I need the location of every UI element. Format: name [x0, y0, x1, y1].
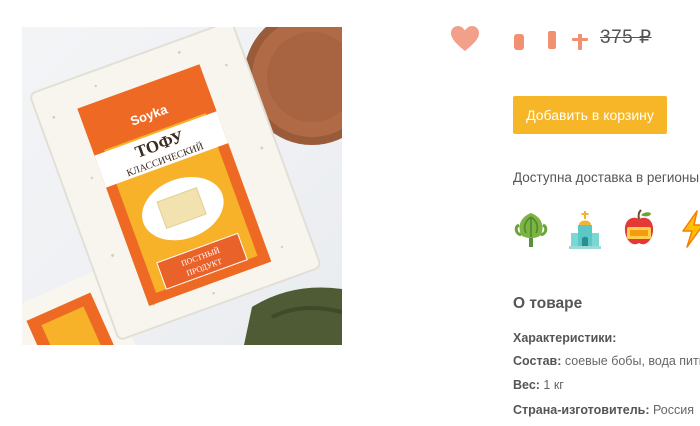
- current-price: [512, 28, 604, 54]
- church-icon[interactable]: [567, 209, 603, 249]
- product-image: Soyka ТОФУ КЛАССИЧЕСКИЙ ПОСТНЫЙ ПРОДУКТ: [22, 27, 342, 345]
- weight-row: Вес: 1 кг: [513, 378, 700, 392]
- characteristics-heading: Характеристики:: [513, 331, 617, 345]
- composition-row: Состав: соевые бобы, вода питьевая: [513, 354, 700, 368]
- country-row: Страна-изготовитель: Россия: [513, 403, 700, 417]
- about-product-heading: О товаре: [513, 295, 583, 312]
- country-label: Страна-изготовитель:: [513, 403, 650, 417]
- characteristics-label: Характеристики:: [513, 331, 700, 345]
- country-value: Россия: [649, 403, 694, 417]
- apple-icon[interactable]: [621, 209, 657, 249]
- artichoke-icon[interactable]: [513, 209, 549, 249]
- lightning-icon[interactable]: [675, 209, 700, 249]
- favorite-heart-icon[interactable]: [451, 26, 479, 52]
- composition-value: соевые бобы, вода питьевая: [564, 354, 700, 368]
- old-price: 375 ₽: [600, 27, 652, 48]
- weight-label: Вес:: [513, 378, 540, 392]
- weight-value: 1 кг: [539, 378, 564, 392]
- composition-label: Состав:: [513, 354, 562, 368]
- region-icons: [513, 209, 700, 253]
- add-to-cart-button[interactable]: Добавить в корзину: [513, 96, 667, 134]
- delivery-info: Доступна доставка в регионы: [513, 170, 700, 185]
